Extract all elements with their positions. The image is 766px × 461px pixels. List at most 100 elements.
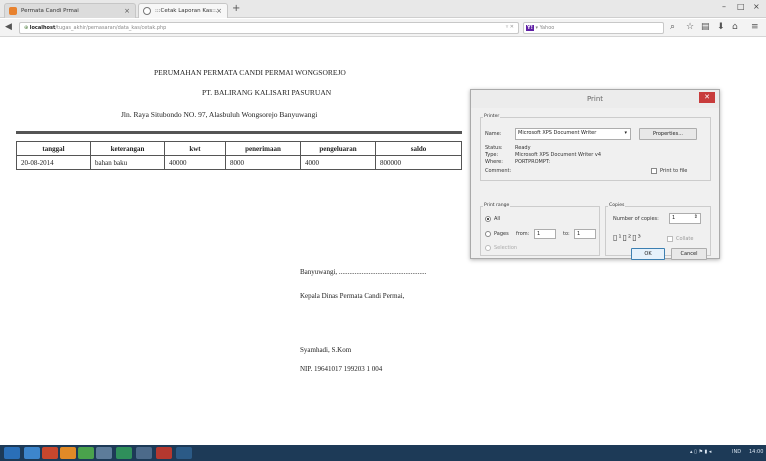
place-date: Banyuwangi, ............................… [300,268,427,276]
name-label: Name: [485,131,502,137]
explorer-icon[interactable] [24,447,40,459]
column-header: keterangan [90,141,165,156]
menu-icon[interactable]: ≡ [751,22,759,32]
cancel-button[interactable]: Cancel [671,248,707,260]
printer-group-label: Printer [483,114,501,119]
range-selection-radio[interactable] [485,245,491,251]
header-divider [16,131,462,134]
dialog-title: Print [471,90,719,108]
maximize-button[interactable]: □ [737,2,745,11]
range-all-radio[interactable] [485,216,491,222]
print-to-file-checkbox[interactable] [651,168,657,174]
collate-pages-icon: ▯¹▯²▯³ [613,233,642,242]
loading-icon [143,7,151,15]
table-cell: 20-08-2014 [16,155,91,170]
to-input[interactable]: 1 [574,229,596,239]
from-input[interactable]: 1 [534,229,556,239]
tab-close-icon[interactable]: × [124,7,130,15]
report-header-pt: PT. BALIRANG KALISARI PASURUAN [202,88,332,97]
yahoo-icon: Y! [526,25,534,31]
column-header: kwt [164,141,226,156]
type-label: Type: [485,152,499,158]
download-icon[interactable]: ⬇ [717,22,725,32]
copies-stepper[interactable]: 1 ⇕ [669,213,701,224]
firefox-icon[interactable] [60,447,76,459]
tab-cetak-laporan[interactable]: :::Cetak Laporan Kas::. × [138,3,228,18]
spreadsheet-icon[interactable] [116,447,132,459]
copies-label: Number of copies: [613,216,659,222]
where-value: PORTPROMPT: [515,159,551,165]
chevron-down-icon: ▾ [624,130,627,136]
search-placeholder: Yahoo [539,25,555,31]
url-host: localhost [29,25,56,31]
site-favicon-icon [9,7,17,15]
comment-label: Comment: [485,168,512,174]
printer-select-value: Microsoft XPS Document Writer [518,130,597,136]
url-path: /tugas_akhir/pemasaran/data_kas/cetak.ph… [55,25,167,31]
minimize-button[interactable]: – [722,2,726,11]
signer-name: Syamhadi, S.Kom [300,346,352,354]
collate-checkbox[interactable] [667,236,673,242]
range-pages-label: Pages [494,231,509,237]
range-pages-radio[interactable] [485,231,491,237]
report-table: tanggal keterangan kwt penerimaan pengel… [16,141,462,170]
tab-label: :::Cetak Laporan Kas::. [155,8,218,14]
reading-list-icon[interactable]: ▤ [701,22,710,32]
close-window-button[interactable]: × [753,2,760,11]
stepper-arrows-icon[interactable]: ⇕ [694,214,698,220]
column-header: tanggal [16,141,91,156]
print-range-label: Print range [483,203,511,208]
from-label: from: [516,231,530,237]
reload-icon[interactable]: ▿ ✕ [506,24,514,30]
dialog-close-button[interactable]: ✕ [699,92,715,103]
ok-button[interactable]: OK [631,248,665,260]
report-header-address: Jln. Raya Situbondo NO. 97, Alasbuluh Wo… [121,110,318,119]
start-button[interactable] [4,447,20,459]
url-bar[interactable]: ⊕ localhost/tugas_akhir/pemasaran/data_k… [19,22,519,34]
properties-button[interactable]: Properties... [639,128,697,140]
search-icon[interactable]: ⌕ [670,22,675,32]
table-cell: 40000 [164,155,226,170]
tab-close-icon[interactable]: × [216,7,222,15]
report-header-company: PERUMAHAN PERMATA CANDI PERMAI WONGSOREJ… [154,68,346,77]
window-icon[interactable] [96,447,112,459]
app-icon[interactable] [42,447,58,459]
media-icon[interactable] [78,447,94,459]
where-label: Where: [485,159,503,165]
document-icon[interactable] [136,447,152,459]
print-dialog: Print ✕ Printer Name: Microsoft XPS Docu… [470,89,720,260]
taskbar-app-icon[interactable] [176,447,192,459]
navigation-bar: ◀ ⊕ localhost/tugas_akhir/pemasaran/data… [0,19,766,37]
status-label: Status: [485,145,503,151]
tray-icons[interactable]: ▴ ▯ ⚑ ▮ ◂ [690,449,711,455]
table-cell: 4000 [300,155,376,170]
to-label: to: [563,231,570,237]
bookmark-star-icon[interactable]: ☆ [686,22,694,32]
range-selection-label: Selection [494,245,518,251]
status-value: Ready [515,145,531,151]
home-icon[interactable]: ⌂ [732,22,738,32]
clock[interactable]: 14:00 [749,449,763,455]
new-tab-button[interactable]: + [232,3,240,14]
table-cell: bahan baku [90,155,165,170]
table-header-row: tanggal keterangan kwt penerimaan pengel… [16,141,462,156]
print-to-file-label: Print to file [660,168,688,174]
table-cell: 8000 [225,155,301,170]
search-input[interactable]: Y! ▾ Yahoo [523,22,664,34]
signature-title: Kepala Dinas Permata Candi Permai, [300,292,405,300]
language-indicator[interactable]: IND [732,449,741,455]
collate-label: Collate [676,236,694,242]
range-all-label: All [494,216,501,222]
copies-value: 1 [672,215,676,221]
tab-label: Permata Candi Prmai [21,8,79,14]
back-arrow-icon[interactable]: ◀ [5,22,12,32]
column-header: penerimaan [225,141,301,156]
tab-permata[interactable]: Permata Candi Prmai × [4,3,136,18]
table-row: 20-08-2014 bahan baku 40000 8000 4000 80… [16,155,462,170]
opera-icon[interactable] [156,447,172,459]
printer-select[interactable]: Microsoft XPS Document Writer ▾ [515,128,631,140]
copies-group-label: Copies [608,203,626,208]
column-header: pengeluaran [300,141,376,156]
column-header: saldo [375,141,462,156]
type-value: Microsoft XPS Document Writer v4 [515,152,602,158]
